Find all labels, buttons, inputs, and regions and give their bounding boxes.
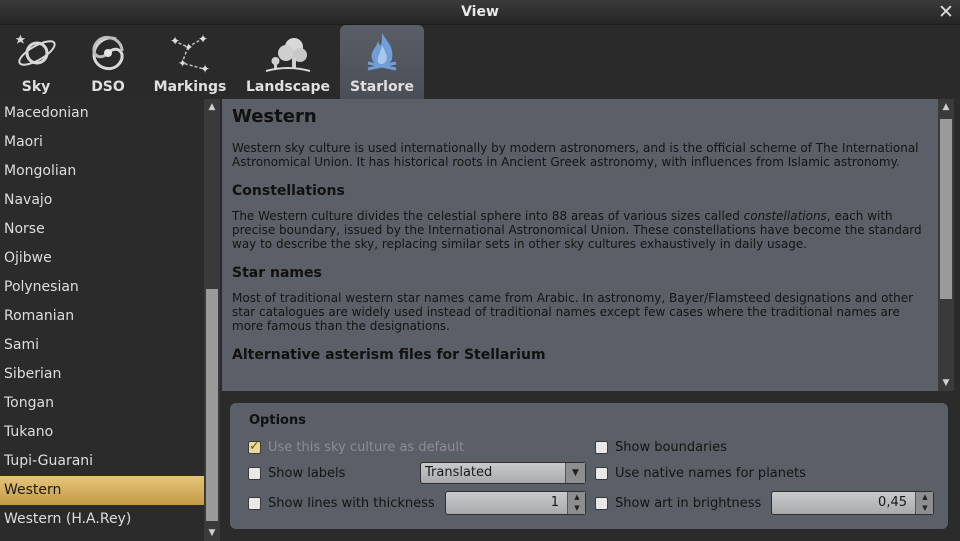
list-item-selected[interactable]: Western bbox=[0, 476, 204, 505]
list-item[interactable]: Norse bbox=[0, 215, 204, 244]
tab-dso[interactable]: DSO bbox=[76, 25, 140, 99]
list-item[interactable]: Mongolian bbox=[0, 157, 204, 186]
decrement-icon[interactable]: ▼ bbox=[568, 503, 586, 514]
sky-culture-description: Western Western sky culture is used inte… bbox=[222, 99, 938, 391]
options-panel: Options Use this sky culture as default … bbox=[230, 403, 948, 529]
tab-label: DSO bbox=[91, 79, 125, 95]
description-intro: Western sky culture is used internationa… bbox=[232, 141, 919, 169]
tab-starlore[interactable]: Starlore bbox=[340, 25, 424, 99]
constellations-text: The Western culture divides the celestia… bbox=[232, 209, 922, 251]
decrement-icon[interactable]: ▼ bbox=[916, 503, 934, 514]
show-labels-label: Show labels bbox=[268, 466, 346, 481]
tree-icon bbox=[265, 38, 311, 72]
list-scrollbar[interactable]: ▲ ▼ bbox=[204, 99, 220, 541]
tab-bar: Sky DSO ✦ ✦ ✦ ✦ ✦ Markings Landscape Sta… bbox=[0, 25, 960, 99]
list-item[interactable]: Macedonian bbox=[0, 99, 204, 128]
title-bar: View ✕ bbox=[0, 0, 960, 25]
tab-markings[interactable]: ✦ ✦ ✦ ✦ ✦ Markings bbox=[148, 25, 232, 99]
description-title: Western bbox=[232, 106, 317, 127]
constellation-icon: ✦ ✦ ✦ ✦ ✦ bbox=[170, 32, 210, 76]
scroll-up-icon[interactable]: ▲ bbox=[204, 99, 220, 115]
list-item[interactable]: Navajo bbox=[0, 186, 204, 215]
svg-text:✦: ✦ bbox=[198, 32, 208, 46]
tab-label: Landscape bbox=[246, 79, 330, 95]
list-item[interactable]: Ojibwe bbox=[0, 244, 204, 273]
art-brightness-value: 0,45 bbox=[878, 495, 907, 510]
art-brightness-spinbox[interactable]: 0,45 ▲ ▼ bbox=[771, 491, 934, 515]
tab-label: Sky bbox=[21, 79, 51, 95]
labels-mode-select[interactable]: Translated ▼ bbox=[420, 462, 586, 484]
constellations-heading: Constellations bbox=[232, 183, 345, 199]
svg-text:✦: ✦ bbox=[170, 34, 180, 48]
svg-text:✦: ✦ bbox=[184, 41, 193, 54]
scroll-down-icon[interactable]: ▼ bbox=[938, 375, 954, 391]
options-title: Options bbox=[249, 413, 306, 428]
svg-text:✦: ✦ bbox=[200, 62, 210, 76]
show-boundaries-checkbox[interactable] bbox=[595, 441, 608, 454]
list-item[interactable]: Siberian bbox=[0, 360, 204, 389]
list-item[interactable]: Western (H.A.Rey) bbox=[0, 505, 204, 534]
tab-label: Starlore bbox=[350, 79, 414, 95]
scroll-up-icon[interactable]: ▲ bbox=[938, 99, 954, 115]
tab-label: Markings bbox=[153, 79, 227, 95]
close-icon[interactable]: ✕ bbox=[936, 2, 956, 22]
lines-thickness-value: 1 bbox=[550, 495, 559, 510]
chevron-down-icon[interactable]: ▼ bbox=[565, 463, 585, 483]
scrollbar-thumb[interactable] bbox=[206, 289, 218, 521]
show-lines-label: Show lines with thickness bbox=[268, 496, 435, 511]
labels-mode-value: Translated bbox=[425, 465, 493, 480]
show-boundaries-label: Show boundaries bbox=[615, 440, 727, 455]
asterism-heading: Alternative asterism files for Stellariu… bbox=[232, 347, 546, 363]
lines-thickness-spinbox[interactable]: 1 ▲ ▼ bbox=[445, 491, 586, 515]
increment-icon[interactable]: ▲ bbox=[568, 492, 586, 503]
list-item[interactable]: Romanian bbox=[0, 302, 204, 331]
window-title: View bbox=[461, 4, 499, 20]
show-labels-checkbox[interactable] bbox=[248, 467, 261, 480]
sky-icon bbox=[15, 34, 56, 66]
use-default-label: Use this sky culture as default bbox=[268, 440, 465, 455]
show-lines-checkbox[interactable] bbox=[248, 497, 261, 510]
star-names-text: Most of traditional western star names c… bbox=[232, 291, 914, 333]
sky-culture-list[interactable]: Macedonian Maori Mongolian Navajo Norse … bbox=[0, 99, 220, 541]
tab-sky[interactable]: Sky bbox=[4, 25, 68, 99]
list-item[interactable]: Polynesian bbox=[0, 273, 204, 302]
list-item[interactable]: Tupi-Guarani bbox=[0, 447, 204, 476]
tab-landscape[interactable]: Landscape bbox=[240, 25, 336, 99]
show-art-checkbox[interactable] bbox=[595, 497, 608, 510]
list-item[interactable]: Tongan bbox=[0, 389, 204, 418]
show-art-label: Show art in brightness bbox=[615, 496, 762, 511]
galaxy-icon bbox=[92, 35, 124, 71]
list-item[interactable]: Sami bbox=[0, 331, 204, 360]
svg-text:✦: ✦ bbox=[178, 57, 187, 70]
campfire-icon bbox=[367, 33, 397, 71]
spin-buttons: ▲ ▼ bbox=[567, 492, 585, 514]
scrollbar-thumb[interactable] bbox=[940, 119, 952, 299]
scroll-down-icon[interactable]: ▼ bbox=[204, 525, 220, 541]
use-default-checkbox[interactable] bbox=[248, 439, 261, 454]
native-names-label: Use native names for planets bbox=[615, 466, 806, 481]
list-item[interactable]: Tukano bbox=[0, 418, 204, 447]
native-names-checkbox[interactable] bbox=[595, 467, 608, 480]
description-scrollbar[interactable]: ▲ ▼ bbox=[938, 99, 954, 391]
list-item[interactable]: Maori bbox=[0, 128, 204, 157]
spin-buttons: ▲ ▼ bbox=[915, 492, 933, 514]
increment-icon[interactable]: ▲ bbox=[916, 492, 934, 503]
star-names-heading: Star names bbox=[232, 265, 322, 281]
